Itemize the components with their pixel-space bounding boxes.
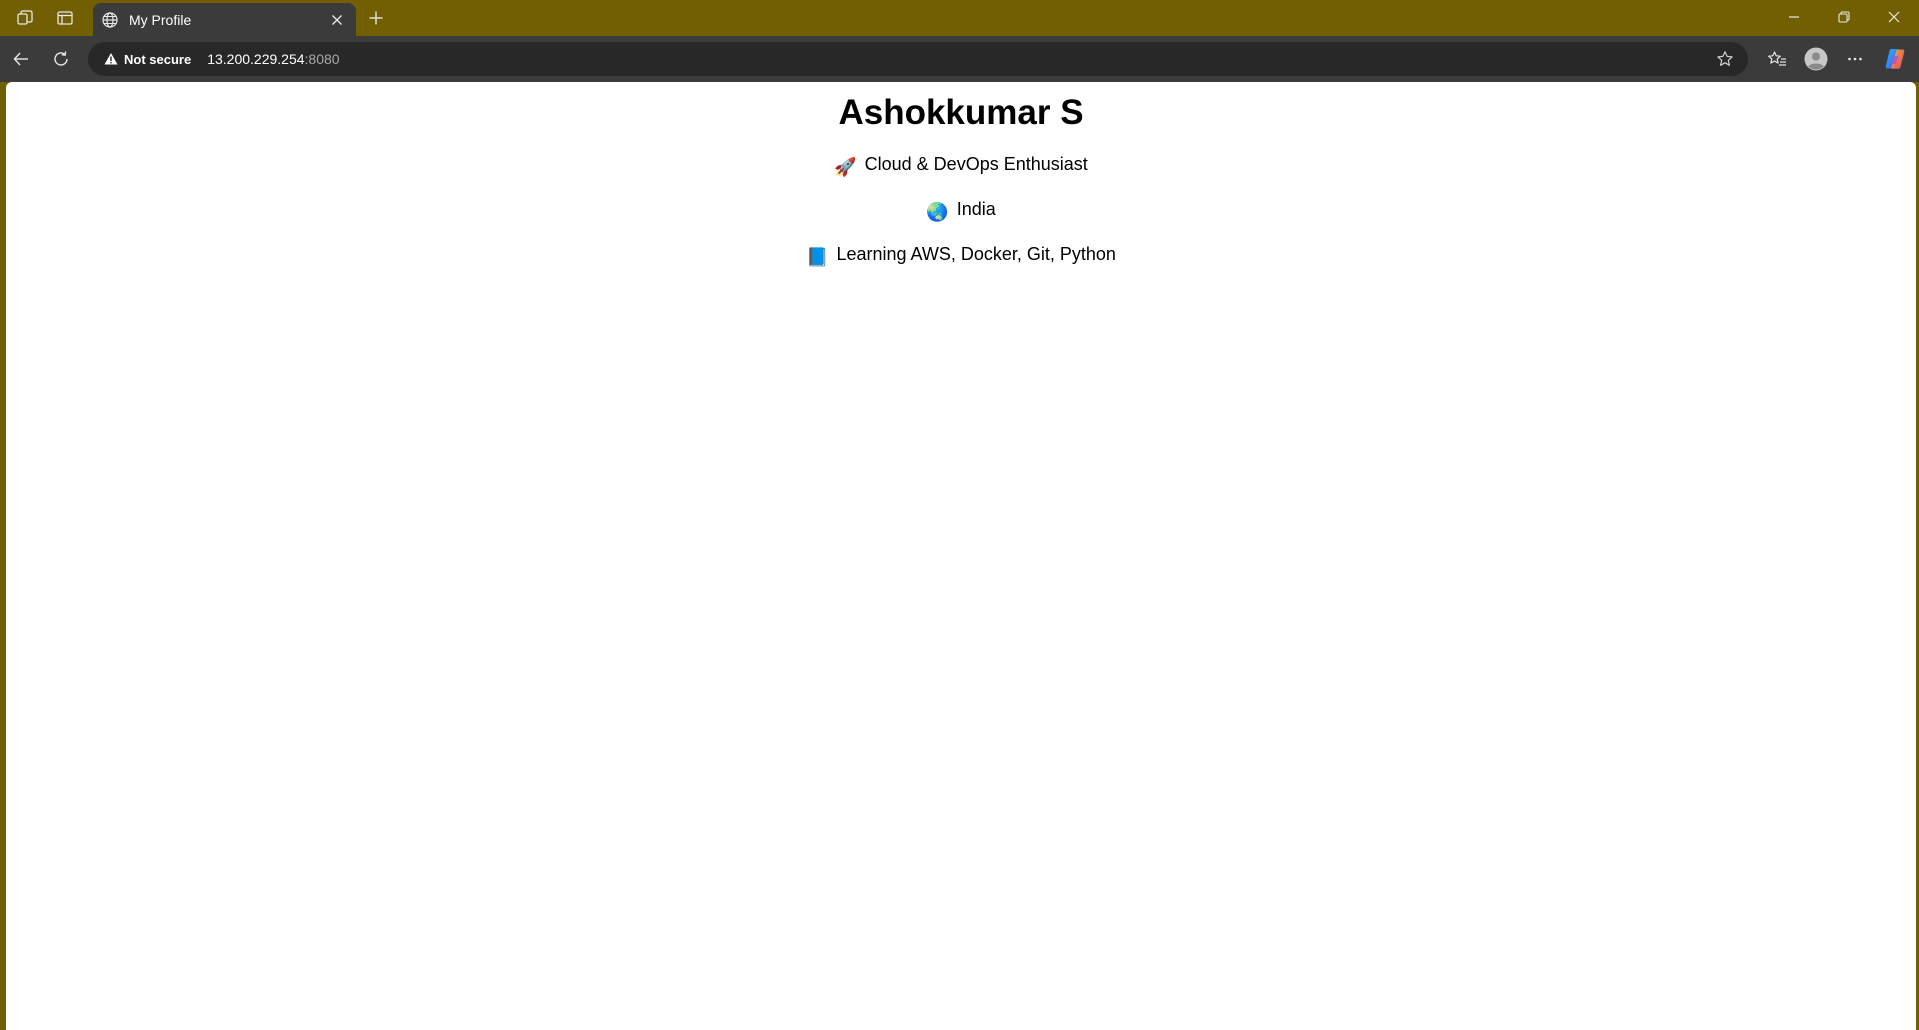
profile-learning: 📘 Learning AWS, Docker, Git, Python [6,243,1916,268]
url-port: :8080 [304,51,340,67]
reload-button[interactable] [46,44,76,74]
tagline-text: Cloud & DevOps Enthusiast [864,153,1088,174]
profile-avatar-icon [1804,47,1828,71]
profile-tagline: 🚀 Cloud & DevOps Enthusiast [6,153,1916,178]
minimize-button[interactable] [1769,0,1819,34]
back-arrow-icon [13,52,28,66]
restore-button[interactable] [1819,0,1869,34]
close-icon [332,14,342,25]
workspaces-icon [17,10,33,25]
add-favorite-button[interactable] [1712,46,1738,72]
warning-icon [104,53,118,65]
profile-button[interactable] [1801,44,1831,74]
tab-my-profile[interactable]: My Profile [93,3,356,36]
settings-menu-button[interactable] [1840,44,1870,74]
security-label: Not secure [124,51,192,67]
favorites-icon [1768,51,1786,66]
tab-strip: My Profile [0,0,1919,36]
star-icon [1717,51,1733,66]
profile-name-heading: Ashokkumar S [838,93,1084,132]
tab-close-button[interactable] [326,9,348,31]
new-tab-button[interactable] [362,5,390,31]
vertical-tabs-button[interactable] [50,5,80,31]
address-bar[interactable]: Not secure 13.200.229.254:8080 [88,42,1748,76]
copilot-button[interactable] [1880,44,1910,74]
browser-toolbar: Not secure 13.200.229.254:8080 [0,36,1919,82]
restore-icon [1838,11,1850,23]
globe-emoji-icon: 🌏 [926,201,949,222]
minimize-icon [1789,16,1799,18]
url-host: 13.200.229.254 [207,51,305,67]
tab-title: My Profile [129,11,192,28]
book-icon: 📘 [806,246,829,267]
vertical-tabs-icon [57,11,73,25]
back-button[interactable] [6,44,36,74]
profile-location: 🌏 India [6,198,1916,223]
close-window-button[interactable] [1869,0,1919,34]
page-viewport: Ashokkumar S 🚀 Cloud & DevOps Enthusiast … [6,82,1916,1030]
ellipsis-icon [1848,57,1862,61]
url-text[interactable]: 13.200.229.254:8080 [207,51,339,67]
rocket-icon: 🚀 [834,156,857,177]
favorites-button[interactable] [1762,44,1792,74]
globe-icon [102,11,118,28]
close-icon [1888,11,1900,23]
learning-text: Learning AWS, Docker, Git, Python [836,243,1116,264]
plus-icon [369,11,383,25]
profile-content: Ashokkumar S 🚀 Cloud & DevOps Enthusiast … [6,82,1916,268]
location-text: India [956,198,996,219]
workspaces-button[interactable] [10,5,40,31]
copilot-icon [1885,49,1905,69]
reload-icon [54,51,68,66]
site-info-button[interactable]: Not secure [100,46,197,72]
